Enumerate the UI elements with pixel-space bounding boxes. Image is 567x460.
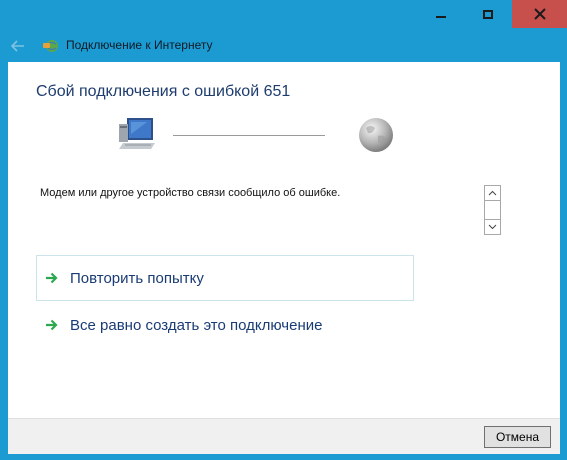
network-connection-icon xyxy=(43,40,58,52)
maximize-button[interactable] xyxy=(464,0,512,28)
close-icon xyxy=(533,8,546,20)
create-anyway-command-link[interactable]: Все равно создать это подключение xyxy=(36,310,322,340)
window-title: Подключение к Интернету xyxy=(66,38,213,52)
retry-label: Повторить попытку xyxy=(70,269,204,287)
chevron-down-icon xyxy=(488,224,497,230)
create-anyway-label: Все равно создать это подключение xyxy=(70,316,323,334)
computer-icon xyxy=(119,118,155,149)
scroll-up-button[interactable] xyxy=(484,185,501,201)
back-arrow-icon[interactable] xyxy=(10,38,26,54)
minimize-button[interactable] xyxy=(418,0,464,28)
minimize-icon xyxy=(436,16,446,18)
retry-command-link[interactable]: Повторить попытку xyxy=(36,255,414,301)
green-arrow-icon xyxy=(46,272,58,284)
dialog-footer: Отмена xyxy=(8,418,560,454)
error-message: Модем или другое устройство связи сообщи… xyxy=(40,187,341,199)
scroll-track[interactable] xyxy=(484,201,501,219)
globe-icon xyxy=(359,118,393,152)
title-bar xyxy=(0,0,567,32)
connection-line xyxy=(173,135,325,136)
close-button[interactable] xyxy=(512,0,567,28)
cancel-button[interactable]: Отмена xyxy=(484,426,551,448)
green-arrow-icon xyxy=(46,319,58,331)
main-content: Сбой подключения с ошибкой 651 Модем или… xyxy=(8,62,560,418)
scroll-down-button[interactable] xyxy=(484,219,501,235)
chevron-up-icon xyxy=(488,190,497,196)
page-title: Сбой подключения с ошибкой 651 xyxy=(36,83,291,100)
nav-bar: Подключение к Интернету xyxy=(0,32,567,60)
maximize-icon xyxy=(483,9,493,19)
